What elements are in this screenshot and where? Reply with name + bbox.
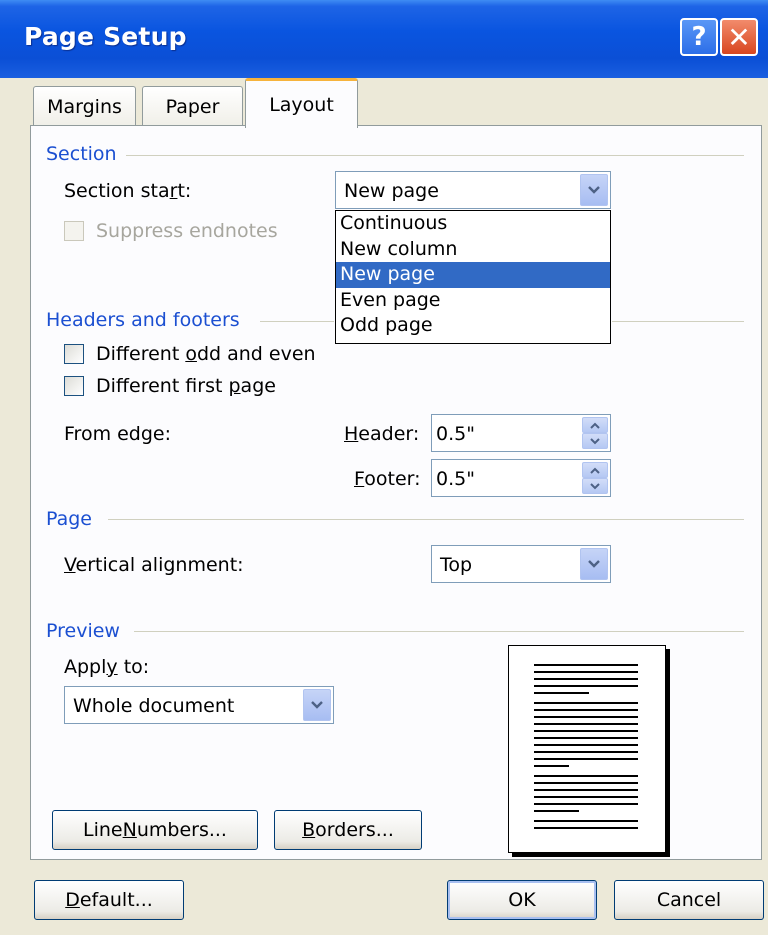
title-bar[interactable]: Page Setup ? ✕ <box>0 0 768 78</box>
different-first-page-label: Different first page <box>96 375 276 397</box>
different-odd-even-checkbox[interactable] <box>64 344 84 364</box>
header-distance-value: 0.5" <box>436 423 475 445</box>
close-icon[interactable]: ✕ <box>720 18 758 56</box>
option-even-page[interactable]: Even page <box>336 288 610 314</box>
footer-distance-value: 0.5" <box>436 468 475 490</box>
help-icon[interactable]: ? <box>680 18 718 56</box>
section-divider <box>126 155 744 156</box>
section-group-label: Section <box>46 143 117 165</box>
apply-to-label: Apply to: <box>64 656 150 678</box>
apply-to-select[interactable]: Whole document <box>64 686 334 724</box>
preview-divider <box>134 631 744 632</box>
page-divider <box>108 519 744 520</box>
option-new-column[interactable]: New column <box>336 237 610 263</box>
spin-up-icon[interactable] <box>582 462 608 478</box>
apply-to-value: Whole document <box>73 695 235 717</box>
headers-footers-group-label: Headers and footers <box>46 309 240 331</box>
spin-up-icon[interactable] <box>582 417 608 433</box>
header-label: Header: <box>344 423 420 445</box>
section-start-value: New page <box>344 180 439 202</box>
headers-footers-divider-right <box>612 321 744 322</box>
tab-layout[interactable]: Layout <box>245 78 358 128</box>
tab-margins-label: Margins <box>47 95 122 118</box>
section-start-label: Section start: <box>64 180 192 202</box>
chevron-down-icon[interactable] <box>580 548 608 580</box>
vertical-alignment-select[interactable]: Top <box>431 545 611 583</box>
from-edge-label: From edge: <box>64 423 172 445</box>
suppress-endnotes-checkbox[interactable] <box>64 221 84 241</box>
vertical-alignment-label: Vertical alignment: <box>64 554 244 576</box>
suppress-endnotes-label: Suppress endnotes <box>96 220 278 242</box>
spin-down-icon[interactable] <box>582 433 608 449</box>
borders-button[interactable]: Borders... <box>274 810 422 850</box>
footer-distance-spinner[interactable]: 0.5" <box>431 459 611 497</box>
header-distance-spinner[interactable]: 0.5" <box>431 414 611 452</box>
section-start-select[interactable]: New page <box>335 171 611 209</box>
line-numbers-button[interactable]: Line Numbers... <box>52 810 258 850</box>
headers-footers-divider-left <box>260 321 334 322</box>
vertical-alignment-value: Top <box>440 554 473 576</box>
dialog-title: Page Setup <box>24 22 187 51</box>
footer-label: Footer: <box>354 468 421 490</box>
option-continuous[interactable]: Continuous <box>336 211 610 237</box>
tab-paper[interactable]: Paper <box>142 86 243 126</box>
different-odd-even-label: Different odd and even <box>96 343 316 365</box>
cancel-button[interactable]: Cancel <box>614 880 764 920</box>
chevron-down-icon[interactable] <box>580 174 608 206</box>
section-start-options-list[interactable]: Continuous New column New page Even page… <box>335 210 611 344</box>
different-first-page-checkbox[interactable] <box>64 376 84 396</box>
option-new-page[interactable]: New page <box>336 262 610 288</box>
spin-down-icon[interactable] <box>582 478 608 494</box>
ok-button[interactable]: OK <box>447 880 597 920</box>
default-button[interactable]: Default... <box>34 880 184 920</box>
chevron-down-icon[interactable] <box>303 689 331 721</box>
tab-margins[interactable]: Margins <box>33 86 136 126</box>
option-odd-page[interactable]: Odd page <box>336 313 610 339</box>
page-setup-dialog: Page Setup ? ✕ Margins Paper Layout Sect… <box>0 0 768 935</box>
page-group-label: Page <box>46 508 92 530</box>
preview-group-label: Preview <box>46 620 120 642</box>
tab-layout-label: Layout <box>269 93 334 116</box>
tab-paper-label: Paper <box>165 95 220 118</box>
layout-preview-thumbnail <box>508 645 666 853</box>
